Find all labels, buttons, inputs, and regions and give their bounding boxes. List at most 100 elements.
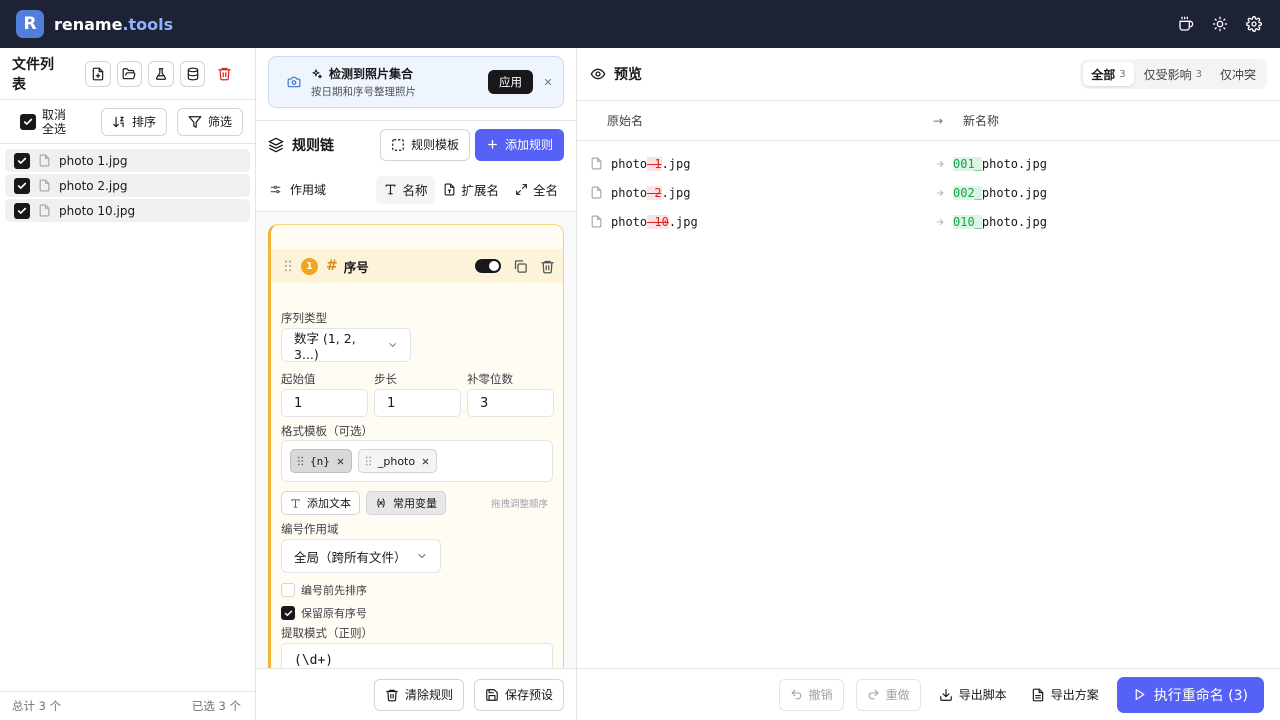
folder-open-icon [123, 67, 136, 79]
rule-template-button[interactable]: 规则模板 [379, 128, 470, 161]
select-all-checkbox[interactable] [20, 113, 36, 130]
filter-affected-count: 3 [1195, 68, 1202, 80]
file-row[interactable]: photo 2.jpg [5, 174, 250, 197]
keep-original-label: 保留原有序号 [301, 607, 367, 620]
preview-title: 预览 [614, 67, 642, 83]
close-icon[interactable] [336, 457, 345, 466]
original-name-prefix: photo [611, 156, 648, 171]
photo-set-banner: 检测到照片集合 按日期和序号整理照片 应用 [268, 56, 564, 108]
filter-all-label: 全部 [1091, 67, 1116, 82]
check-icon [17, 182, 27, 189]
filter-button[interactable]: 筛选 [176, 107, 243, 136]
sort-first-option[interactable]: 编号前先排序 [281, 582, 367, 598]
filter-conflicts-tab[interactable]: 仅冲突 [1212, 62, 1264, 86]
test-button[interactable] [148, 60, 174, 87]
export-plan-label: 导出方案 [1050, 688, 1099, 702]
new-name: 002_photo.jpg [953, 185, 1047, 200]
rule-enabled-toggle[interactable] [475, 259, 501, 273]
export-script-button[interactable]: 导出脚本 [933, 679, 1013, 711]
original-name: photo-10.jpg [611, 214, 698, 229]
file-checkbox[interactable] [14, 202, 30, 219]
check-icon [23, 118, 33, 125]
database-button[interactable] [179, 60, 206, 87]
apply-button[interactable]: 应用 [488, 70, 533, 94]
close-banner-button[interactable] [543, 77, 553, 87]
step-input[interactable]: 1 [374, 389, 461, 417]
filter-conflicts-label: 仅冲突 [1219, 67, 1256, 82]
original-name-prefix: photo [611, 214, 648, 229]
sort-first-checkbox[interactable] [281, 583, 295, 597]
add-text-button[interactable]: 添加文本 [281, 491, 360, 515]
file-row[interactable]: photo 1.jpg [5, 149, 250, 172]
scope-extension-tab[interactable]: 扩展名 [435, 176, 507, 204]
camera-icon [287, 76, 301, 88]
preview-row: photo-1.jpg 001_photo.jpg [577, 149, 1280, 178]
sliders-icon [270, 185, 281, 194]
execute-rename-button[interactable]: 执行重命名 (3) [1116, 676, 1264, 713]
coffee-icon[interactable] [1176, 14, 1196, 34]
file-checkbox[interactable] [14, 152, 30, 169]
file-list-footer: 总计 3 个 已选 3 个 [0, 691, 255, 720]
sort-button[interactable]: 排序 [100, 107, 167, 136]
clear-rules-button[interactable]: 清除规则 [373, 678, 464, 711]
close-icon[interactable] [421, 457, 430, 466]
app-logo: R [16, 10, 44, 38]
column-new: 新名称 [963, 114, 1000, 128]
file-name: photo 1.jpg [59, 153, 128, 168]
common-variables-button[interactable]: 常用变量 [366, 491, 446, 515]
sequence-type-select[interactable]: 数字 (1, 2, 3...) [281, 328, 411, 362]
filter-affected-tab[interactable]: 仅受影响 3 [1136, 62, 1210, 86]
file-checkbox[interactable] [14, 177, 30, 194]
export-plan-button[interactable]: 导出方案 [1025, 679, 1105, 711]
arrow-right-icon [936, 160, 944, 167]
column-arrow-icon: → [933, 113, 944, 128]
brand-tld: .tools [122, 14, 174, 34]
trash-icon[interactable] [540, 259, 555, 274]
scope-name-tab[interactable]: 名称 [376, 175, 436, 204]
add-rule-button[interactable]: 添加规则 [474, 128, 564, 161]
original-name-suffix: .jpg [661, 156, 691, 171]
new-name: 010_photo.jpg [953, 214, 1047, 229]
dashed-square-icon [392, 138, 404, 151]
trash-icon [386, 689, 398, 701]
select-all-label[interactable]: 取消 全选 [42, 108, 72, 136]
format-token[interactable]: {n} [290, 449, 352, 473]
rules-footer: 清除规则 保存预设 [256, 668, 576, 720]
extract-pattern-label: 提取模式（正则） [281, 626, 373, 640]
filter-all-tab[interactable]: 全部 3 [1083, 62, 1134, 86]
filter-affected-label: 仅受影响 [1143, 67, 1192, 82]
gear-icon[interactable] [1244, 14, 1264, 34]
original-name-suffix: .jpg [668, 214, 698, 229]
delete-files-button[interactable] [211, 60, 237, 87]
numbering-scope-select[interactable]: 全局（跨所有文件） [281, 539, 441, 573]
add-folder-button[interactable] [116, 60, 143, 87]
copy-icon[interactable] [513, 259, 528, 274]
save-preset-button[interactable]: 保存预设 [473, 678, 564, 711]
keep-original-checkbox[interactable] [281, 606, 295, 620]
sun-icon[interactable] [1210, 14, 1230, 34]
format-token[interactable]: _photo [357, 449, 438, 473]
file-type-icon [445, 183, 455, 196]
start-value-input[interactable]: 1 [281, 389, 368, 417]
file-icon [39, 204, 50, 217]
preview-row: photo-2.jpg 002_photo.jpg [577, 178, 1280, 207]
scope-fullname-tab[interactable]: 全名 [507, 176, 566, 204]
removed-text: -10 [647, 214, 669, 229]
format-template-field[interactable]: {n} _photo [281, 440, 553, 482]
hash-icon: # [326, 258, 338, 274]
new-name-rest: photo.jpg [981, 156, 1047, 171]
undo-button[interactable]: 撤销 [778, 678, 844, 711]
keep-original-option[interactable]: 保留原有序号 [281, 605, 367, 621]
drag-handle-icon[interactable] [283, 260, 293, 272]
drag-handle-icon [297, 456, 304, 466]
format-template-label: 格式模板（可选） [281, 424, 373, 438]
file-list-header: 文件列表 [0, 48, 255, 100]
redo-button[interactable]: 重做 [855, 678, 921, 711]
original-name: photo-2.jpg [611, 185, 690, 200]
funnel-icon [188, 115, 202, 128]
drag-handle-icon [365, 456, 372, 466]
padding-input[interactable]: 3 [467, 389, 554, 417]
add-file-button[interactable] [85, 60, 111, 87]
save-icon [486, 688, 498, 701]
file-row[interactable]: photo 10.jpg [5, 199, 250, 222]
